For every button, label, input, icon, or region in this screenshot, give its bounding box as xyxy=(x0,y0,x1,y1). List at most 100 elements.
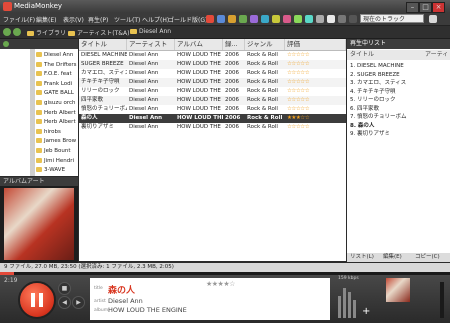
player-rating[interactable]: ★★★★☆ xyxy=(206,280,235,288)
tree-item[interactable]: Jeb Bount xyxy=(36,147,78,156)
cell-year: 2006 xyxy=(225,97,239,103)
folder-icon xyxy=(36,157,42,163)
cell-genre: Rock & Roll xyxy=(247,115,283,121)
maximize-button[interactable]: □ xyxy=(419,2,432,13)
table-row[interactable]: DIESEL MACHINEDiesel Ann HOW LOUD THE E..… xyxy=(79,51,346,60)
minimize-button[interactable]: – xyxy=(406,2,419,13)
tree-item[interactable]: 3-WAVE xyxy=(36,166,78,175)
document-icon[interactable] xyxy=(327,15,335,23)
breadcrumb-current[interactable]: Diesel Ann xyxy=(130,28,171,35)
table-row[interactable]: カマエロ、スティスDiesel Ann HOW LOUD THE E...2006… xyxy=(79,69,346,78)
now-playing-item[interactable]: 1. DIESEL MACHINE xyxy=(350,62,446,70)
app-icon xyxy=(3,2,12,11)
column-title[interactable]: タイトル xyxy=(79,39,127,50)
table-row[interactable]: 森の人 Diesel Ann HOW LOUD THE E...2006 Rock &… xyxy=(79,114,346,123)
menu-file[interactable]: ファイル(F) xyxy=(3,15,35,24)
now-playing-item[interactable]: 5. リリーのロック xyxy=(350,96,446,104)
now-playing-item[interactable]: 8. 森の人 xyxy=(350,122,446,130)
star-icon[interactable] xyxy=(272,15,280,23)
cell-rating[interactable]: ☆☆☆☆☆ xyxy=(285,51,346,60)
seek-bar[interactable] xyxy=(0,272,450,275)
heart-icon[interactable] xyxy=(283,15,291,23)
menu-tools[interactable]: ツール(T) xyxy=(114,15,140,24)
forward-icon[interactable] xyxy=(13,28,21,36)
tree-item[interactable]: GATE BALL xyxy=(36,89,78,98)
cell-rating[interactable]: ☆☆☆☆☆ xyxy=(285,78,346,87)
tree-scrollbar[interactable] xyxy=(30,49,35,176)
search-icon[interactable] xyxy=(349,15,357,23)
table-row[interactable]: チキチキ子守唄 Diesel Ann HOW LOUD THE E...2006 Ro… xyxy=(79,78,346,87)
stop-button[interactable]: ■ xyxy=(58,282,71,295)
folder-icon[interactable] xyxy=(228,15,236,23)
chevron-down-icon[interactable] xyxy=(429,15,437,23)
prev-button[interactable]: ◀ xyxy=(58,296,71,309)
settings-icon[interactable] xyxy=(250,15,258,23)
cell-rating[interactable]: ☆☆☆☆☆ xyxy=(285,96,346,105)
tree-item[interactable]: James Brow xyxy=(36,137,78,146)
menu-edit[interactable]: 編集(E) xyxy=(36,15,56,24)
tree-item[interactable]: Jimi Hendri xyxy=(36,157,78,166)
now-playing-item[interactable]: 7. 憤怒のチョリーボム xyxy=(350,113,446,121)
column-year[interactable]: 録... xyxy=(223,39,245,50)
next-button[interactable]: ▶ xyxy=(72,296,85,309)
now-playing-item[interactable]: 9. 裏切りアザミ xyxy=(350,130,446,138)
tree-item[interactable]: Diesel Ann xyxy=(36,51,78,60)
track-select[interactable]: 現在のトラック xyxy=(360,14,424,23)
table-row[interactable]: SUGER BREEZE Diesel Ann HOW LOUD THE E...2… xyxy=(79,60,346,69)
cell-rating[interactable]: ☆☆☆☆☆ xyxy=(285,123,346,132)
table-row[interactable]: 憤怒のチョリーボムDiesel Ann HOW LOUD THE E...2006… xyxy=(79,105,346,114)
add-icon[interactable]: + xyxy=(362,306,370,317)
list-icon[interactable] xyxy=(316,15,324,23)
tab-edit[interactable]: 編集(E) xyxy=(383,253,402,262)
tree-item[interactable]: Herb Albert xyxy=(36,118,78,127)
tab-list[interactable]: リスト(L) xyxy=(350,253,374,262)
cell-rating[interactable]: ☆☆☆☆☆ xyxy=(285,105,346,114)
close-button[interactable]: × xyxy=(432,2,445,13)
now-playing-item[interactable]: 6. 四平家歌 xyxy=(350,105,446,113)
tree-item[interactable]: F.O.E. feat xyxy=(36,70,78,79)
now-playing-item[interactable]: 3. カマエロ、スティス xyxy=(350,79,446,87)
now-playing-item[interactable]: 4. チキチキ子守唄 xyxy=(350,88,446,96)
column-rating[interactable]: 評価 xyxy=(285,39,346,50)
menu-help[interactable]: ヘルプ(H) xyxy=(142,15,169,24)
cd-icon[interactable] xyxy=(217,15,225,23)
play-icon[interactable] xyxy=(261,15,269,23)
np-column-title[interactable]: タイトル xyxy=(350,50,374,60)
tree-item[interactable]: gisuzu orch xyxy=(36,99,78,108)
cell-rating[interactable]: ★★★☆☆ xyxy=(285,114,346,123)
tree-item[interactable]: The Drifters xyxy=(36,61,78,70)
album-thumbnail[interactable] xyxy=(386,278,410,302)
menu-view[interactable]: 表示(V) xyxy=(63,15,84,24)
share-icon[interactable] xyxy=(305,15,313,23)
table-row[interactable]: 四平家歌 Diesel Ann HOW LOUD THE E...2006 Rock … xyxy=(79,96,346,105)
tree-item[interactable]: hirobs xyxy=(36,128,78,137)
column-album[interactable]: アルバム xyxy=(175,39,223,50)
tree-item[interactable]: Frank Lodi xyxy=(36,80,78,89)
cell-genre: Rock & Roll xyxy=(247,88,278,94)
volume-slider[interactable] xyxy=(440,282,444,318)
np-column-artist[interactable]: アーティ xyxy=(425,50,448,60)
cell-year: 2006 xyxy=(225,124,239,130)
breadcrumb-library[interactable]: ライブラリ xyxy=(27,28,66,37)
now-playing-item[interactable]: 2. SUGER BREEZE xyxy=(350,71,446,79)
sync-icon[interactable] xyxy=(294,15,302,23)
column-artist[interactable]: アーティスト xyxy=(127,39,175,50)
table-row[interactable]: リリーのロック Diesel Ann HOW LOUD THE E...2006 Ro… xyxy=(79,87,346,96)
menu-gold[interactable]: ゴールド版(G) xyxy=(168,15,207,24)
menu-play[interactable]: 再生(P) xyxy=(88,15,108,24)
pause-button[interactable] xyxy=(18,281,56,319)
elapsed-time: 2:19 xyxy=(4,277,18,284)
refresh-icon[interactable] xyxy=(239,15,247,23)
tab-copy[interactable]: コピー(C) xyxy=(415,253,440,262)
record-icon[interactable] xyxy=(206,15,214,23)
cell-artist: Diesel Ann xyxy=(129,88,159,94)
cell-rating[interactable]: ☆☆☆☆☆ xyxy=(285,87,346,96)
breadcrumb-artist[interactable]: アーティスト(T&A) xyxy=(68,28,129,37)
cell-rating[interactable]: ☆☆☆☆☆ xyxy=(285,60,346,69)
table-row[interactable]: 裏切りアザミ Diesel Ann HOW LOUD THE E...2006 Roc… xyxy=(79,123,346,132)
back-icon[interactable] xyxy=(3,28,11,36)
tree-item[interactable]: Herb Albert xyxy=(36,109,78,118)
tag-icon[interactable] xyxy=(338,15,346,23)
column-genre[interactable]: ジャンル xyxy=(245,39,285,50)
cell-rating[interactable]: ☆☆☆☆☆ xyxy=(285,69,346,78)
